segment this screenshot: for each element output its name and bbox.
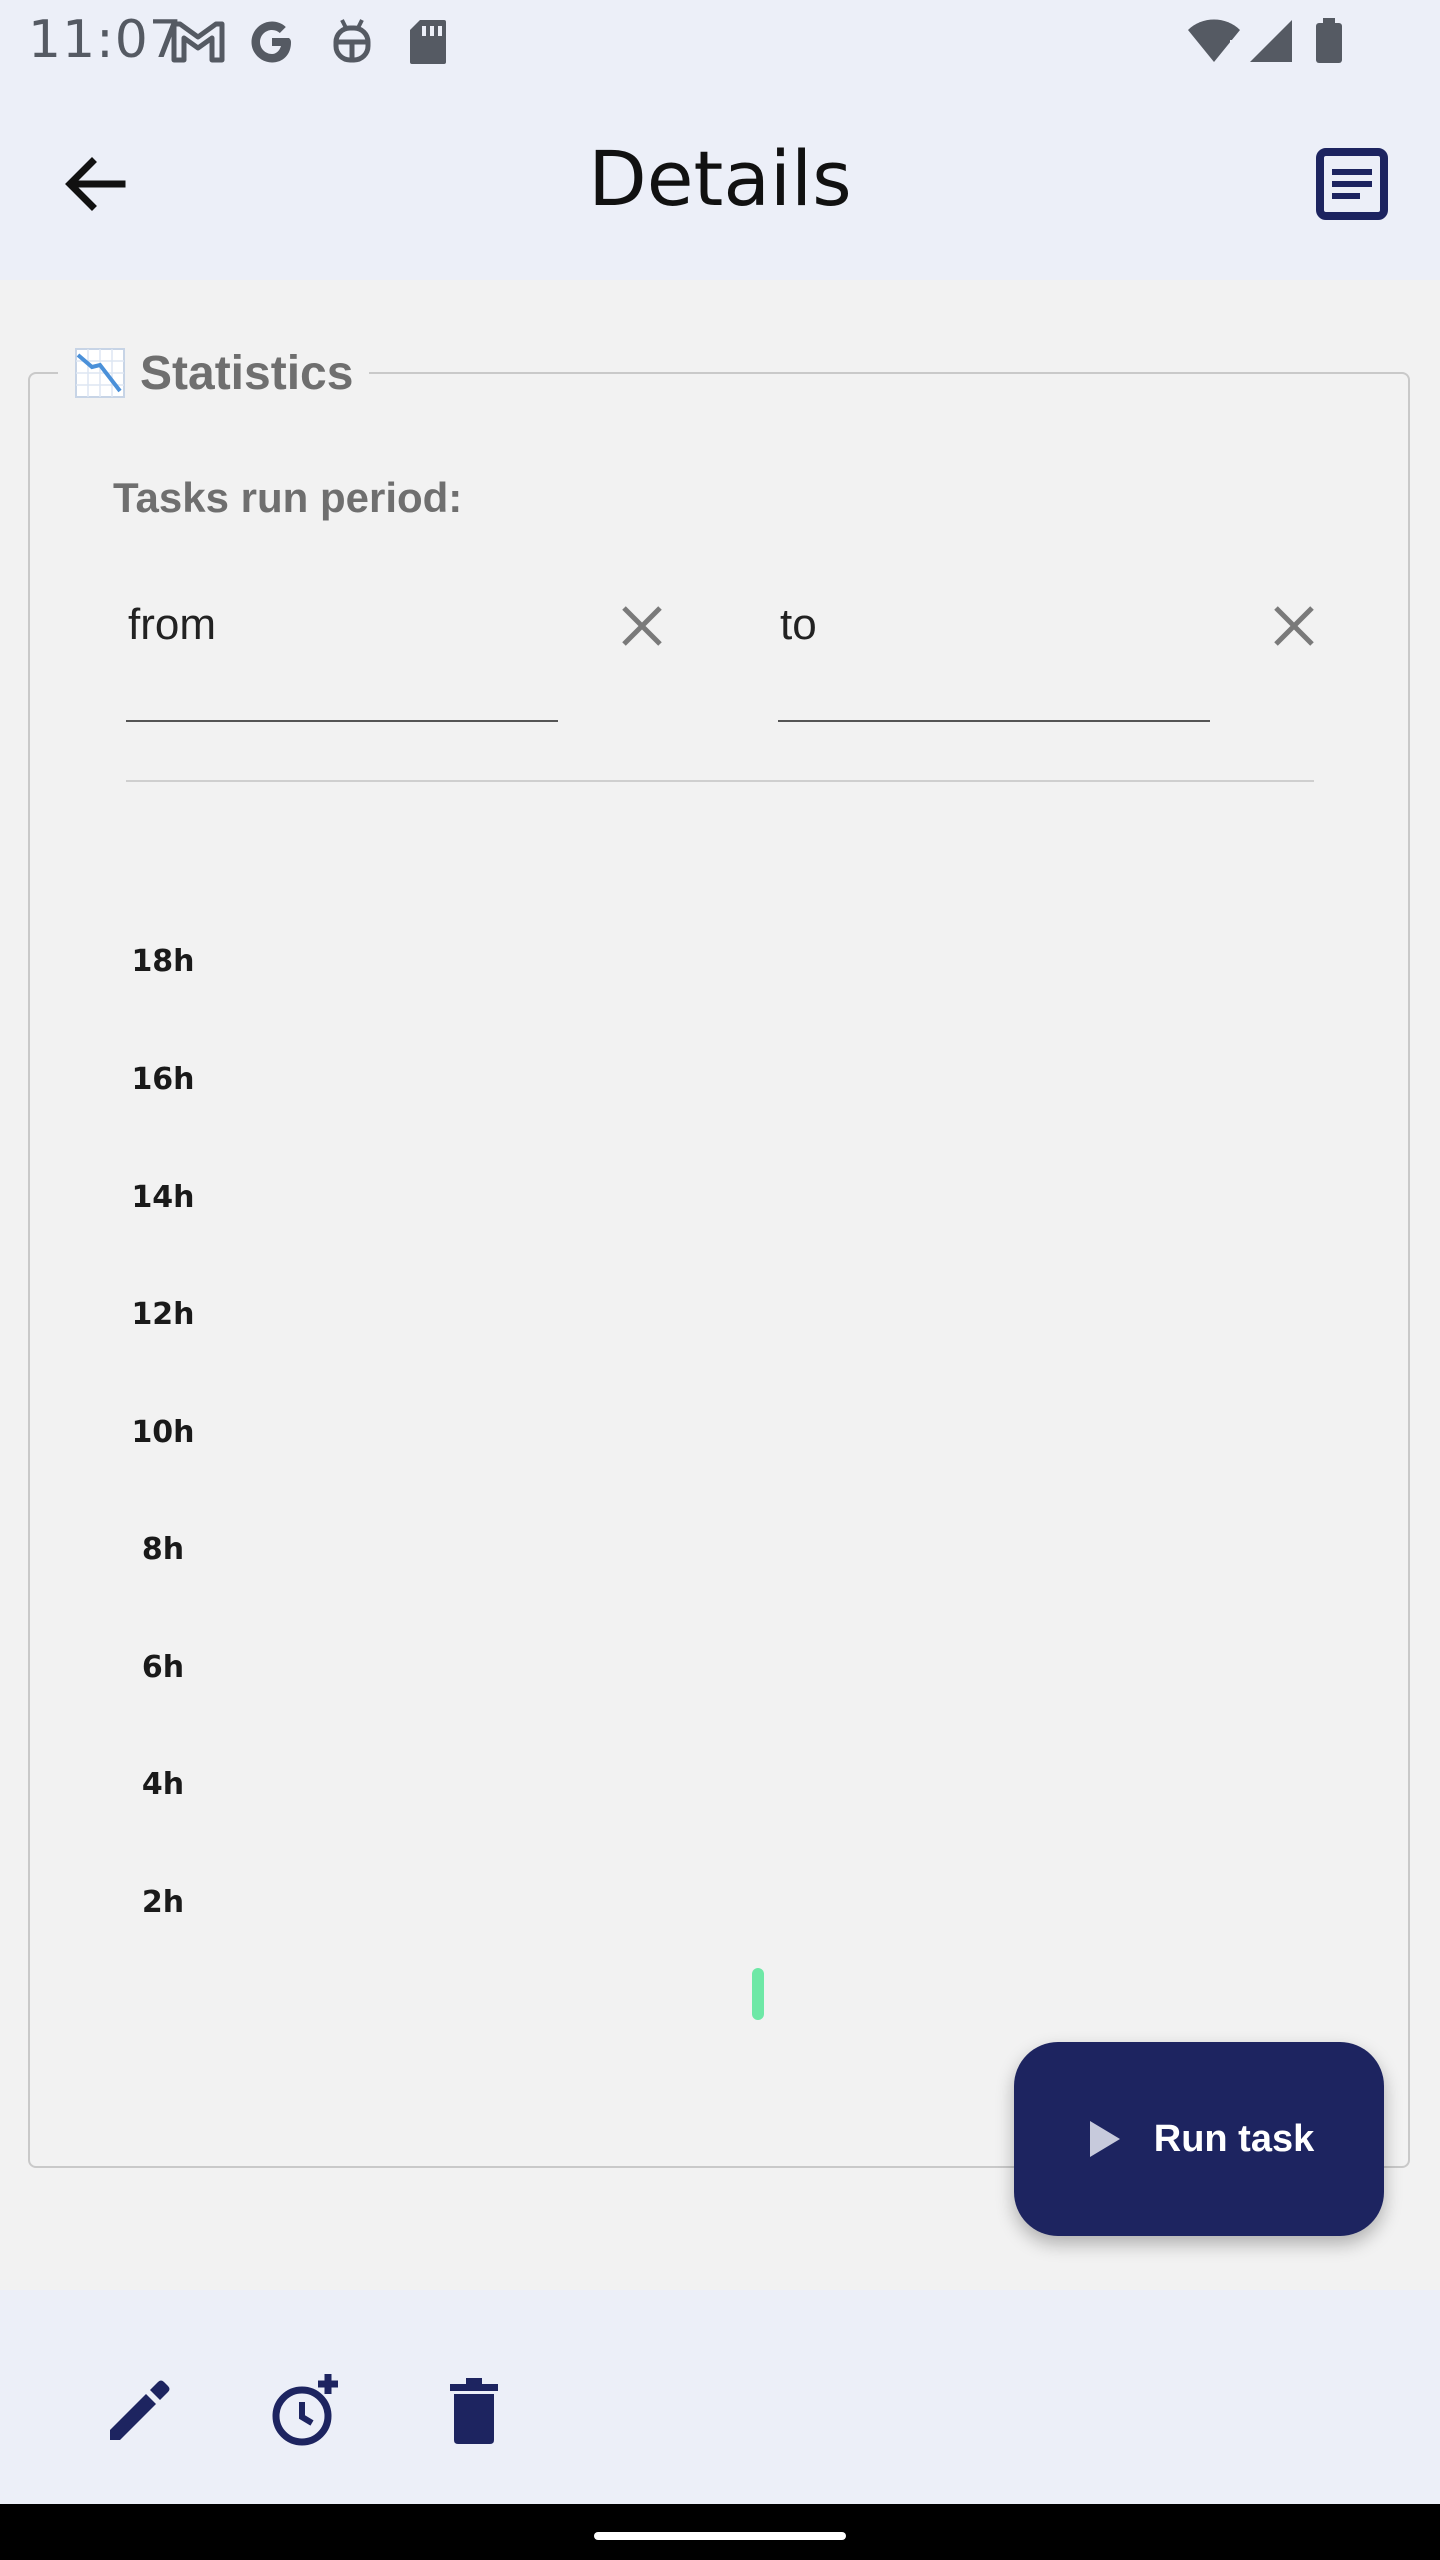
schedule-button[interactable] (266, 2370, 346, 2450)
clear-from-button[interactable] (614, 598, 670, 654)
bottom-app-bar (0, 2290, 1440, 2504)
y-tick-label: 16h (131, 1062, 195, 1097)
y-tick-label: 2h (141, 1885, 185, 1920)
delete-icon (450, 2378, 498, 2444)
to-date-field[interactable]: to (778, 582, 1210, 722)
y-tick-label: 14h (131, 1180, 195, 1215)
from-date-field[interactable]: from (126, 582, 558, 722)
from-date-value: from (128, 600, 216, 649)
chart-decreasing-icon (75, 348, 125, 398)
statistics-title: Statistics (140, 346, 354, 400)
android-debug-icon (333, 19, 371, 63)
y-tick-label: 10h (131, 1415, 195, 1450)
signal-icon (1250, 20, 1292, 62)
play-icon (1089, 2121, 1120, 2157)
y-tick-label: 8h (141, 1532, 185, 1567)
y-tick-label: 12h (131, 1297, 195, 1332)
battery-icon (1316, 18, 1342, 63)
delete-button[interactable] (436, 2370, 516, 2450)
article-icon (1316, 148, 1388, 220)
schedule-add-icon (272, 2374, 338, 2446)
wifi-icon (1188, 19, 1240, 62)
statistics-legend: Statistics (58, 338, 370, 408)
to-date-value: to (780, 600, 817, 649)
y-tick-label: 6h (141, 1650, 185, 1685)
status-bar: 11:07 (0, 0, 1440, 84)
google-icon (251, 21, 291, 63)
y-tick-label: 4h (141, 1767, 185, 1802)
home-indicator[interactable] (594, 2532, 846, 2540)
close-icon (622, 606, 662, 646)
y-tick-label: 18h (131, 944, 195, 979)
log-button[interactable] (1310, 142, 1394, 226)
clear-to-button[interactable] (1266, 598, 1322, 654)
page-title: Details (588, 134, 852, 223)
status-time: 11:07 (28, 10, 183, 70)
chart-bar (752, 1968, 764, 2020)
chart-divider (126, 780, 1314, 782)
run-task-label: Run task (1153, 2117, 1315, 2160)
edit-button[interactable] (100, 2370, 180, 2450)
run-task-button[interactable]: Run task (1014, 2042, 1384, 2236)
edit-icon (110, 2380, 170, 2440)
close-icon (1274, 606, 1314, 646)
sd-card-icon (410, 20, 446, 64)
gmail-icon (171, 21, 225, 63)
system-nav-bar (0, 2504, 1440, 2560)
period-label: Tasks run period: (113, 474, 463, 521)
app-bar: Details (0, 84, 1440, 280)
